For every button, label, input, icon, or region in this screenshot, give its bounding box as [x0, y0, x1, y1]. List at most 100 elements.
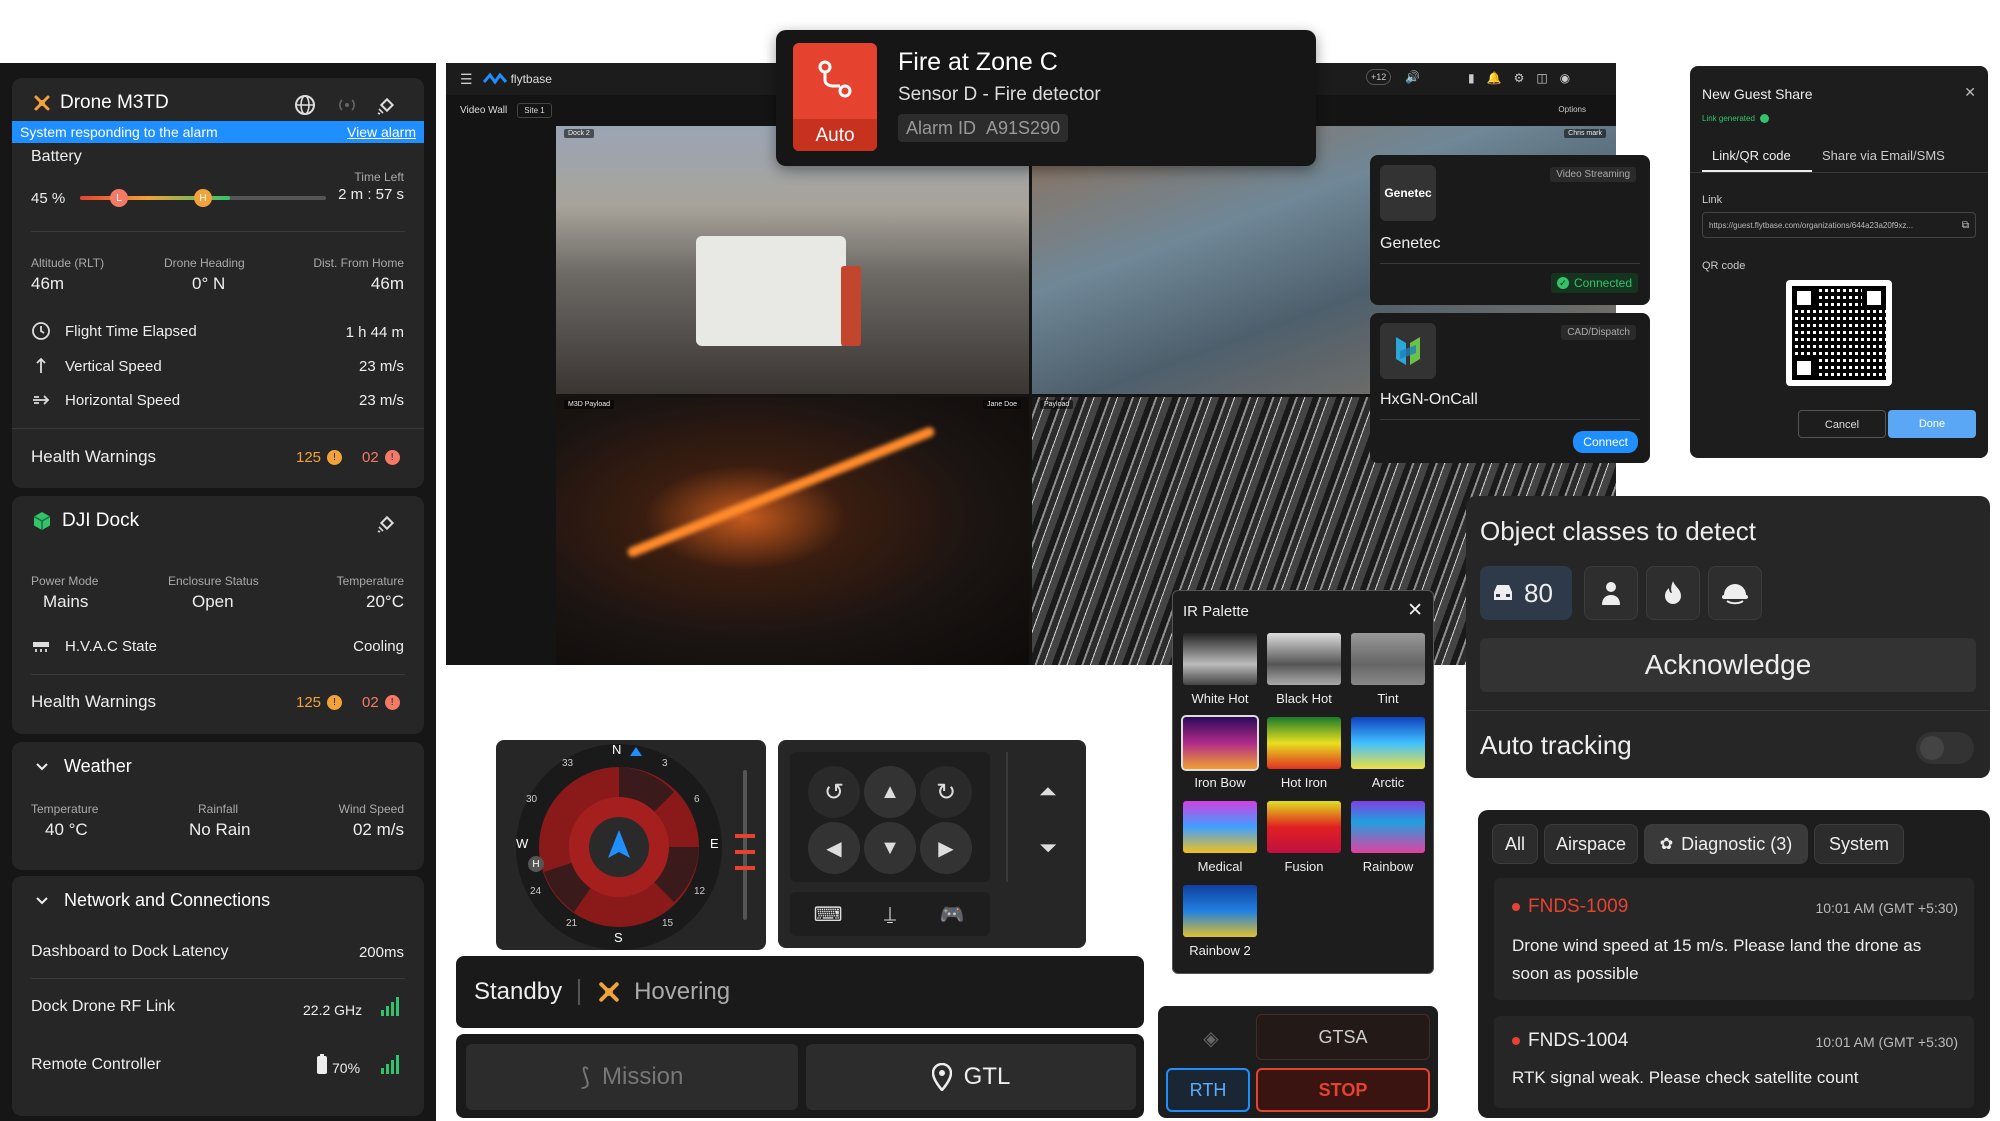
- helmet-class-chip[interactable]: [1708, 566, 1762, 620]
- right-button[interactable]: ▶: [920, 822, 972, 874]
- alert-dot: [1512, 903, 1520, 911]
- done-button[interactable]: Done: [1888, 410, 1976, 438]
- notification-count[interactable]: +12: [1366, 69, 1392, 85]
- bell-icon[interactable]: 🔔: [1487, 71, 1502, 85]
- palette-black-hot[interactable]: Black Hot: [1267, 633, 1341, 706]
- palette-hot-iron[interactable]: Hot Iron: [1267, 717, 1341, 790]
- network-toggle[interactable]: Network and Connections: [34, 890, 270, 911]
- triangle-down-icon: ▼: [880, 836, 900, 859]
- options-button[interactable]: Options: [1558, 105, 1586, 114]
- dock-health-warn-count: 125: [296, 694, 322, 711]
- satellite-icon[interactable]: [376, 94, 398, 116]
- hxgn-connect-button[interactable]: Connect: [1573, 431, 1638, 453]
- gift-icon[interactable]: ◫: [1536, 71, 1547, 85]
- alert-item[interactable]: FNDS-1004 10:01 AM (GMT +5:30) RTK signa…: [1494, 1016, 1974, 1108]
- gear-icon[interactable]: ⚙: [1514, 71, 1525, 85]
- descend-button[interactable]: ⏷: [1026, 822, 1070, 874]
- close-icon[interactable]: ✕: [1407, 599, 1423, 622]
- joystick-icon: ⍊: [884, 902, 896, 925]
- weather-toggle[interactable]: Weather: [34, 756, 132, 777]
- enclosure-value: Open: [192, 592, 234, 611]
- palette-fusion[interactable]: Fusion: [1267, 801, 1341, 874]
- user-icon[interactable]: ◉: [1560, 71, 1570, 85]
- tab-airspace[interactable]: Airspace: [1544, 824, 1638, 864]
- joystick-button[interactable]: ⍊: [862, 896, 918, 932]
- link-field[interactable]: https://guest.flytbase.com/organizations…: [1702, 212, 1976, 238]
- qr-code: [1786, 280, 1892, 386]
- gamepad-button[interactable]: 🎮: [924, 896, 980, 932]
- tile-label: Chris mark: [1564, 129, 1606, 138]
- compass-dial[interactable]: [514, 742, 724, 952]
- left-button[interactable]: ◀: [808, 822, 860, 874]
- rth-button[interactable]: RTH: [1166, 1068, 1250, 1112]
- palette-white-hot[interactable]: White Hot: [1183, 633, 1257, 706]
- hxgn-card: CAD/Dispatch HxGN-OnCall Connect: [1370, 313, 1650, 463]
- chart-icon[interactable]: ▮: [1468, 71, 1475, 85]
- palette-rainbow[interactable]: Rainbow: [1351, 801, 1425, 874]
- tab-system[interactable]: System: [1814, 824, 1904, 864]
- fire-alert-popup[interactable]: Auto Fire at Zone C Sensor D - Fire dete…: [776, 30, 1316, 166]
- battery-icon: [317, 1054, 327, 1074]
- keyboard-button[interactable]: ⌨: [800, 896, 856, 932]
- copy-icon[interactable]: ⧉: [1962, 220, 1969, 231]
- volume-icon[interactable]: 🔊: [1405, 70, 1420, 84]
- shield-icon-button[interactable]: ◈: [1166, 1014, 1256, 1062]
- compass-panel: N E S W 3 6 12 15 21 24 30 33 H: [496, 740, 766, 950]
- arrow-right-icon: [33, 395, 50, 405]
- dock-temp-label: Temperature: [336, 574, 404, 588]
- car-icon: [1494, 585, 1512, 600]
- stop-button[interactable]: STOP: [1256, 1068, 1430, 1112]
- tab-link-qr[interactable]: Link/QR code: [1712, 148, 1791, 163]
- view-alarm-link[interactable]: View alarm: [347, 124, 416, 140]
- alerts-panel: All Airspace ✿ Diagnostic (3) System FNDS…: [1478, 810, 1990, 1118]
- tab-all[interactable]: All: [1492, 824, 1538, 864]
- palette-arctic[interactable]: Arctic: [1351, 717, 1425, 790]
- health-warn-badge[interactable]: 125 !: [296, 449, 343, 466]
- menu-icon[interactable]: ☰: [460, 71, 473, 88]
- person-class-chip[interactable]: [1584, 566, 1638, 620]
- video-tile-dock[interactable]: Dock 2: [556, 126, 1029, 394]
- palette-tint[interactable]: Tint: [1351, 633, 1425, 706]
- alert-item[interactable]: FNDS-1009 10:01 AM (GMT +5:30) Drone win…: [1494, 878, 1974, 1000]
- health-err-badge[interactable]: 02 !: [362, 449, 400, 466]
- gtsa-button[interactable]: GTSA: [1256, 1014, 1430, 1060]
- globe-icon[interactable]: [294, 94, 316, 116]
- backward-button[interactable]: ▼: [864, 822, 916, 874]
- forward-button[interactable]: ▲: [864, 766, 916, 818]
- mission-button[interactable]: ⟆ Mission: [466, 1044, 798, 1110]
- arrow-up-icon: [36, 357, 46, 373]
- rotate-right-button[interactable]: ↻: [920, 766, 972, 818]
- satellite-icon[interactable]: [376, 512, 398, 534]
- palette-rainbow-2[interactable]: Rainbow 2: [1183, 885, 1257, 958]
- heading-value: 0° N: [192, 274, 226, 293]
- flight-time-label: Flight Time Elapsed: [65, 322, 197, 340]
- site-select[interactable]: Site 1: [517, 103, 552, 118]
- dock-health-err-badge[interactable]: 02 !: [362, 694, 400, 711]
- gamepad-icon: 🎮: [939, 903, 965, 926]
- close-icon[interactable]: ✕: [1964, 84, 1976, 101]
- alert-time: 10:01 AM (GMT +5:30): [1815, 900, 1958, 916]
- vspeed-label: Vertical Speed: [65, 357, 162, 375]
- hxgn-name: HxGN-OnCall: [1380, 391, 1478, 408]
- cancel-button[interactable]: Cancel: [1798, 410, 1886, 438]
- video-wall-tab[interactable]: Video Wall: [460, 105, 507, 116]
- alert-mode: Auto: [815, 125, 855, 146]
- dock-health-warn-badge[interactable]: 125 !: [296, 694, 343, 711]
- palette-iron-bow[interactable]: Iron Bow: [1181, 715, 1259, 790]
- fire-icon: [1665, 581, 1681, 604]
- mission-icon: ⟆: [580, 1063, 590, 1091]
- rotate-left-button[interactable]: ↺: [808, 766, 860, 818]
- auto-tracking-toggle[interactable]: [1916, 732, 1974, 764]
- compass-tick-6: 6: [694, 794, 700, 805]
- tab-share-email[interactable]: Share via Email/SMS: [1822, 148, 1945, 163]
- dist-label: Dist. From Home: [313, 256, 404, 270]
- ascend-button[interactable]: ⏶: [1026, 766, 1070, 818]
- tab-diagnostic[interactable]: ✿ Diagnostic (3): [1644, 824, 1808, 864]
- palette-medical[interactable]: Medical: [1183, 801, 1257, 874]
- video-tile-fire[interactable]: M3D Payload Jane Doe: [556, 397, 1029, 665]
- fire-class-chip[interactable]: [1646, 566, 1700, 620]
- vehicle-class-chip[interactable]: 80: [1480, 566, 1572, 620]
- gtl-button[interactable]: GTL: [806, 1044, 1136, 1110]
- altitude-slider[interactable]: [735, 770, 755, 920]
- acknowledge-button[interactable]: Acknowledge: [1480, 638, 1976, 692]
